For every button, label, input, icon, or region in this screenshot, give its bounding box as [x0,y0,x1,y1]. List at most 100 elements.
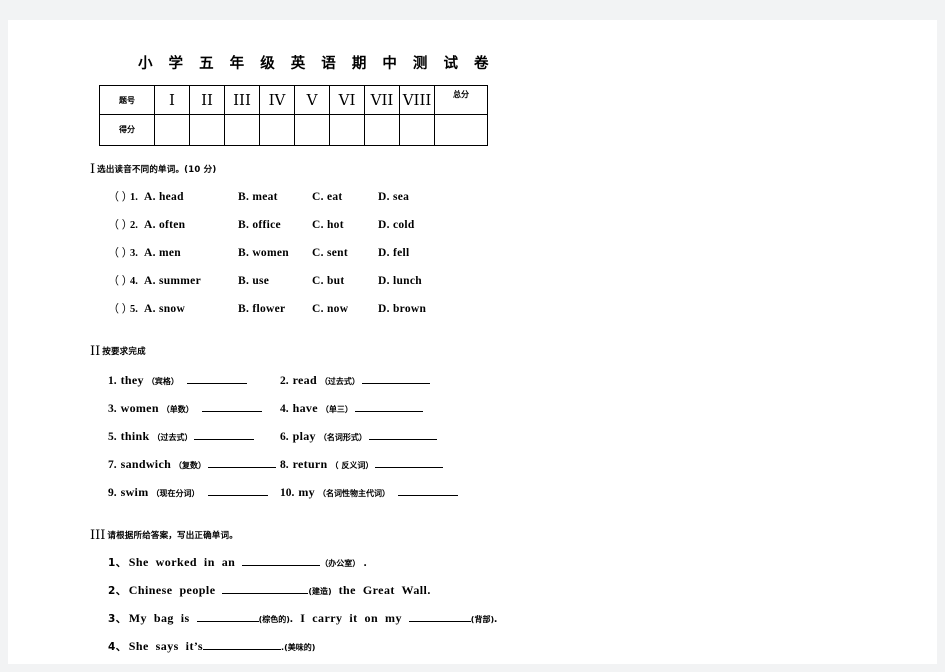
item-word: sandwich [120,457,172,471]
sentence-after: . [360,555,368,569]
option-a[interactable]: A. head [144,191,238,203]
table-header-total-score: 总分 [434,85,488,115]
score-input-q4[interactable] [259,114,295,146]
option-b[interactable]: B. women [238,247,312,259]
answer-bracket[interactable]: （ ） [108,216,133,232]
item-hint: （单数） [161,405,194,414]
item-index: 9. [108,487,117,499]
item-word: they [120,373,144,387]
score-input-q1[interactable] [154,114,190,146]
word-transform-row: 7. sandwich （复数） 8. return （ 反义词） [108,456,890,484]
answer-blank[interactable] [207,484,268,496]
score-table: 题号 I II III IV V VI VII VIII 总分 得分 [99,85,488,146]
option-d[interactable]: D. brown [378,303,448,315]
option-d[interactable]: D. sea [378,191,448,203]
score-input-total[interactable] [434,114,488,146]
option-c[interactable]: C. sent [312,247,378,259]
option-a[interactable]: A. snow [144,303,238,315]
answer-blank[interactable] [208,456,277,468]
answer-bracket[interactable]: （ ） [108,188,133,204]
item-index: 7. [108,459,117,471]
score-input-q2[interactable] [189,114,225,146]
table-cell-q8: VIII [399,85,435,115]
option-b[interactable]: B. office [238,219,312,231]
answer-blank[interactable] [201,400,262,412]
section-1-roman: I [90,162,96,177]
option-b[interactable]: B. meat [238,191,312,203]
item-index: 2、 [108,585,127,597]
option-a[interactable]: A. summer [144,275,238,287]
score-input-q7[interactable] [364,114,400,146]
mc-question-1: （ ） 1. A. head B. meat C. eat D. sea [90,188,890,216]
item-word: my [298,485,315,499]
answer-bracket[interactable]: （ ） [108,300,133,316]
question-number: 2. [130,220,138,231]
option-a[interactable]: A. often [144,219,238,231]
option-b[interactable]: B. use [238,275,312,287]
section-heading-2: II 按要求完成 [90,342,890,358]
option-c[interactable]: C. but [312,275,378,287]
answer-blank[interactable] [397,484,458,496]
answer-blank[interactable] [354,400,423,412]
answer-blank-2[interactable] [408,610,471,622]
item-hint: （复数） [174,461,207,470]
answer-blank[interactable] [368,428,437,440]
option-d[interactable]: D. fell [378,247,448,259]
question-number: 5. [130,304,138,315]
fill-blank-item-3: 3、 My bag is (棕色的) . I carry it on my (背… [108,610,890,638]
answer-blank[interactable] [242,554,321,566]
word-transform-item-10: 10. my （名词性物主代词） [280,484,520,500]
word-transform-row: 5. think （过去式） 6. play （名词形式） [108,428,890,456]
item-hint: （现在分词） [151,489,200,498]
item-index: 6. [280,431,289,443]
word-transform-item-7: 7. sandwich （复数） [108,456,280,472]
item-index: 5. [108,431,117,443]
item-word: have [292,401,318,415]
table-cell-q2: II [189,85,225,115]
section-2-roman: II [90,344,101,359]
option-c[interactable]: C. eat [312,191,378,203]
word-transform-item-1: 1. they （宾格） [108,372,280,388]
word-transform-grid: 1. they （宾格） 2. read （过去式） 3. women （单数）… [90,372,890,512]
score-input-q8[interactable] [399,114,435,146]
word-transform-row: 1. they （宾格） 2. read （过去式） [108,372,890,400]
option-b[interactable]: B. flower [238,303,312,315]
item-word: think [120,429,150,443]
option-d[interactable]: D. cold [378,219,448,231]
table-row-question-numbers: 题号 I II III IV V VI VII VIII 总分 [99,85,488,115]
item-word: return [292,457,328,471]
score-input-q5[interactable] [294,114,330,146]
score-input-q6[interactable] [329,114,365,146]
word-transform-item-5: 5. think （过去式） [108,428,280,444]
option-c[interactable]: C. now [312,303,378,315]
answer-blank[interactable] [196,610,259,622]
section-heading-3: III 请根据所给答案，写出正确单词。 [90,526,890,542]
answer-hint: .(美味的) [281,643,316,652]
answer-hint-2: (背部) [470,615,495,624]
item-index: 10. [280,487,295,499]
word-transform-row: 9. swim （现在分词） 10. my （名词性物主代词） [108,484,890,512]
section-1-label: 选出读音不同的单词。(10 分) [97,165,217,175]
word-transform-item-9: 9. swim （现在分词） [108,484,280,500]
option-c[interactable]: C. hot [312,219,378,231]
item-index: 4. [280,403,289,415]
answer-blank[interactable] [203,638,282,650]
section-3-roman: III [90,528,106,543]
answer-blank[interactable] [222,582,309,594]
answer-bracket[interactable]: （ ） [108,244,133,260]
answer-blank[interactable] [186,372,247,384]
option-a[interactable]: A. men [144,247,238,259]
answer-blank[interactable] [375,456,444,468]
table-cell-q7: VII [364,85,400,115]
score-input-q3[interactable] [224,114,260,146]
item-hint: （过去式） [319,377,360,386]
answer-bracket[interactable]: （ ） [108,272,133,288]
answer-blank[interactable] [361,372,430,384]
section-2-label: 按要求完成 [102,347,146,357]
answer-blank[interactable] [194,428,255,440]
table-row-scores: 得分 [99,114,488,146]
item-index: 4、 [108,641,127,653]
option-d[interactable]: D. lunch [378,275,448,287]
word-transform-item-4: 4. have （单三） [280,400,520,416]
table-cell-q1: I [154,85,190,115]
